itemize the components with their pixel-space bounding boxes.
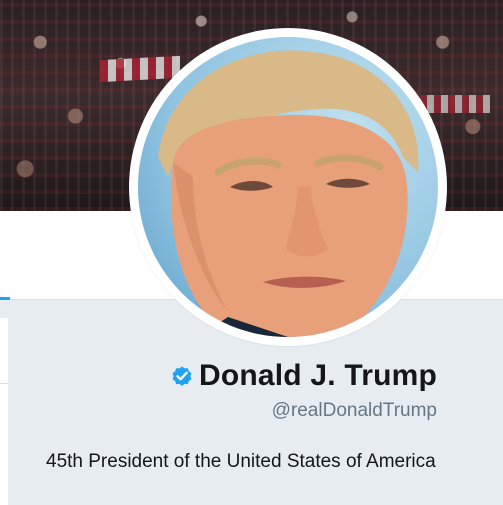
banner-flag: [100, 55, 180, 83]
avatar[interactable]: [138, 37, 438, 337]
active-tab-indicator: [0, 297, 10, 300]
left-column-card: [0, 318, 8, 505]
verified-badge-icon: [172, 366, 192, 386]
banner-flag: [420, 95, 490, 113]
profile-handle[interactable]: @realDonaldTrump: [272, 399, 437, 423]
profile-name-row: Donald J. Trump: [170, 358, 437, 394]
left-column-divider: [0, 383, 8, 384]
profile-display-name[interactable]: Donald J. Trump: [199, 358, 437, 394]
avatar-portrait: [158, 50, 419, 337]
profile-bio: 45th President of the United States of A…: [46, 451, 436, 472]
